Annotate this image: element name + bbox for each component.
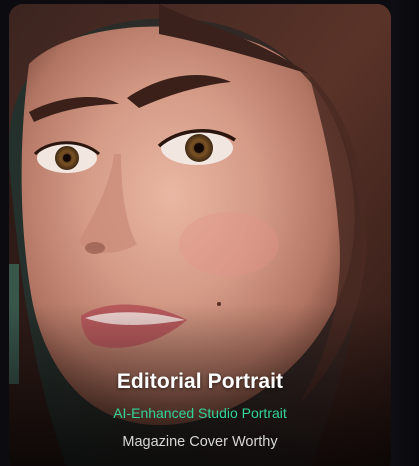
portrait-card[interactable]: Editorial Portrait AI-Enhanced Studio Po… bbox=[9, 4, 391, 466]
page: Editorial Portrait AI-Enhanced Studio Po… bbox=[0, 0, 419, 466]
card-tagline: Magazine Cover Worthy bbox=[122, 434, 278, 450]
card-title: Editorial Portrait bbox=[116, 370, 284, 393]
right-edge-background bbox=[391, 0, 419, 466]
card-caption: Editorial Portrait AI-Enhanced Studio Po… bbox=[9, 370, 391, 450]
card-subtitle: AI-Enhanced Studio Portrait bbox=[113, 405, 287, 421]
